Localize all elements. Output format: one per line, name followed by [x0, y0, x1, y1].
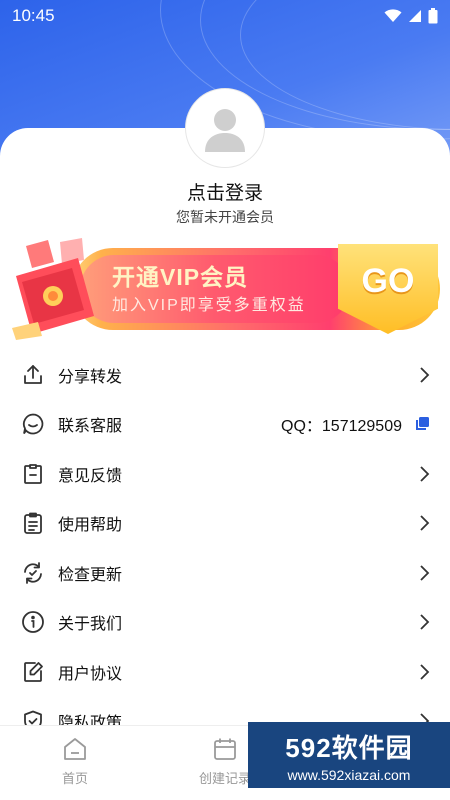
gift-icon	[12, 238, 94, 340]
tab-label: 创建记录	[198, 772, 251, 787]
login-title[interactable]: 点击登录	[0, 178, 450, 205]
menu-item-label: 用户协议	[58, 663, 123, 683]
copy-icon[interactable]	[414, 416, 430, 432]
chevron-right-icon	[420, 466, 430, 482]
chevron-right-icon	[420, 367, 430, 383]
vip-banner-title: 开通VIP会员	[112, 264, 249, 290]
avatar[interactable]	[185, 88, 265, 168]
vip-banner[interactable]: 开通VIP会员 加入VIP即享受多重权益 GO	[8, 236, 442, 342]
signal-icon	[409, 10, 421, 22]
tab-label: 首页	[61, 772, 88, 787]
chat-icon	[20, 411, 46, 437]
settings-menu: 分享转发 联系客服 QQ：157129509 意见反馈 使用帮助 检查更新 关于…	[0, 350, 450, 746]
menu-item-feedback[interactable]: 意见反馈	[0, 449, 450, 499]
member-status-text: 您暂未开通会员	[176, 210, 274, 226]
menu-item-label: 分享转发	[58, 366, 123, 386]
menu-item-label: 检查更新	[58, 564, 123, 584]
edit-document-icon	[20, 659, 46, 685]
menu-item-label: 关于我们	[58, 614, 123, 634]
tab-home[interactable]: 首页	[0, 726, 150, 800]
menu-item-label: 意见反馈	[58, 465, 123, 485]
vip-banner-subtitle: 加入VIP即享受多重权益	[112, 297, 306, 314]
watermark-brand: 592软件园	[285, 732, 413, 763]
menu-item-check-update[interactable]: 检查更新	[0, 548, 450, 598]
menu-item-label: 联系客服	[58, 416, 123, 436]
menu-item-help[interactable]: 使用帮助	[0, 499, 450, 549]
chevron-right-icon	[420, 515, 430, 531]
chevron-right-icon	[420, 614, 430, 630]
menu-item-about[interactable]: 关于我们	[0, 598, 450, 648]
feedback-icon	[20, 461, 46, 487]
watermark-url: www.592xiazai.com	[287, 766, 411, 783]
wifi-icon	[384, 9, 402, 22]
battery-icon	[428, 8, 438, 24]
user-placeholder-icon	[205, 109, 245, 152]
refresh-icon	[20, 560, 46, 586]
menu-item-share[interactable]: 分享转发	[0, 350, 450, 400]
qq-number-text: QQ：157129509	[281, 418, 402, 436]
calendar-icon	[214, 738, 236, 760]
home-icon	[64, 738, 86, 760]
menu-item-user-agreement[interactable]: 用户协议	[0, 647, 450, 697]
info-icon	[20, 609, 46, 635]
status-bar: 10:45	[0, 0, 450, 32]
chevron-right-icon	[420, 565, 430, 581]
clipboard-icon	[20, 510, 46, 536]
menu-item-customer-service[interactable]: 联系客服 QQ：157129509	[0, 400, 450, 450]
vip-go-label: GO	[361, 262, 415, 300]
status-icons	[384, 8, 438, 24]
share-icon	[20, 362, 46, 388]
chevron-right-icon	[420, 664, 430, 680]
site-watermark: 592软件园 www.592xiazai.com	[248, 722, 450, 788]
menu-item-label: 使用帮助	[58, 515, 123, 535]
status-time: 10:45	[12, 6, 55, 25]
